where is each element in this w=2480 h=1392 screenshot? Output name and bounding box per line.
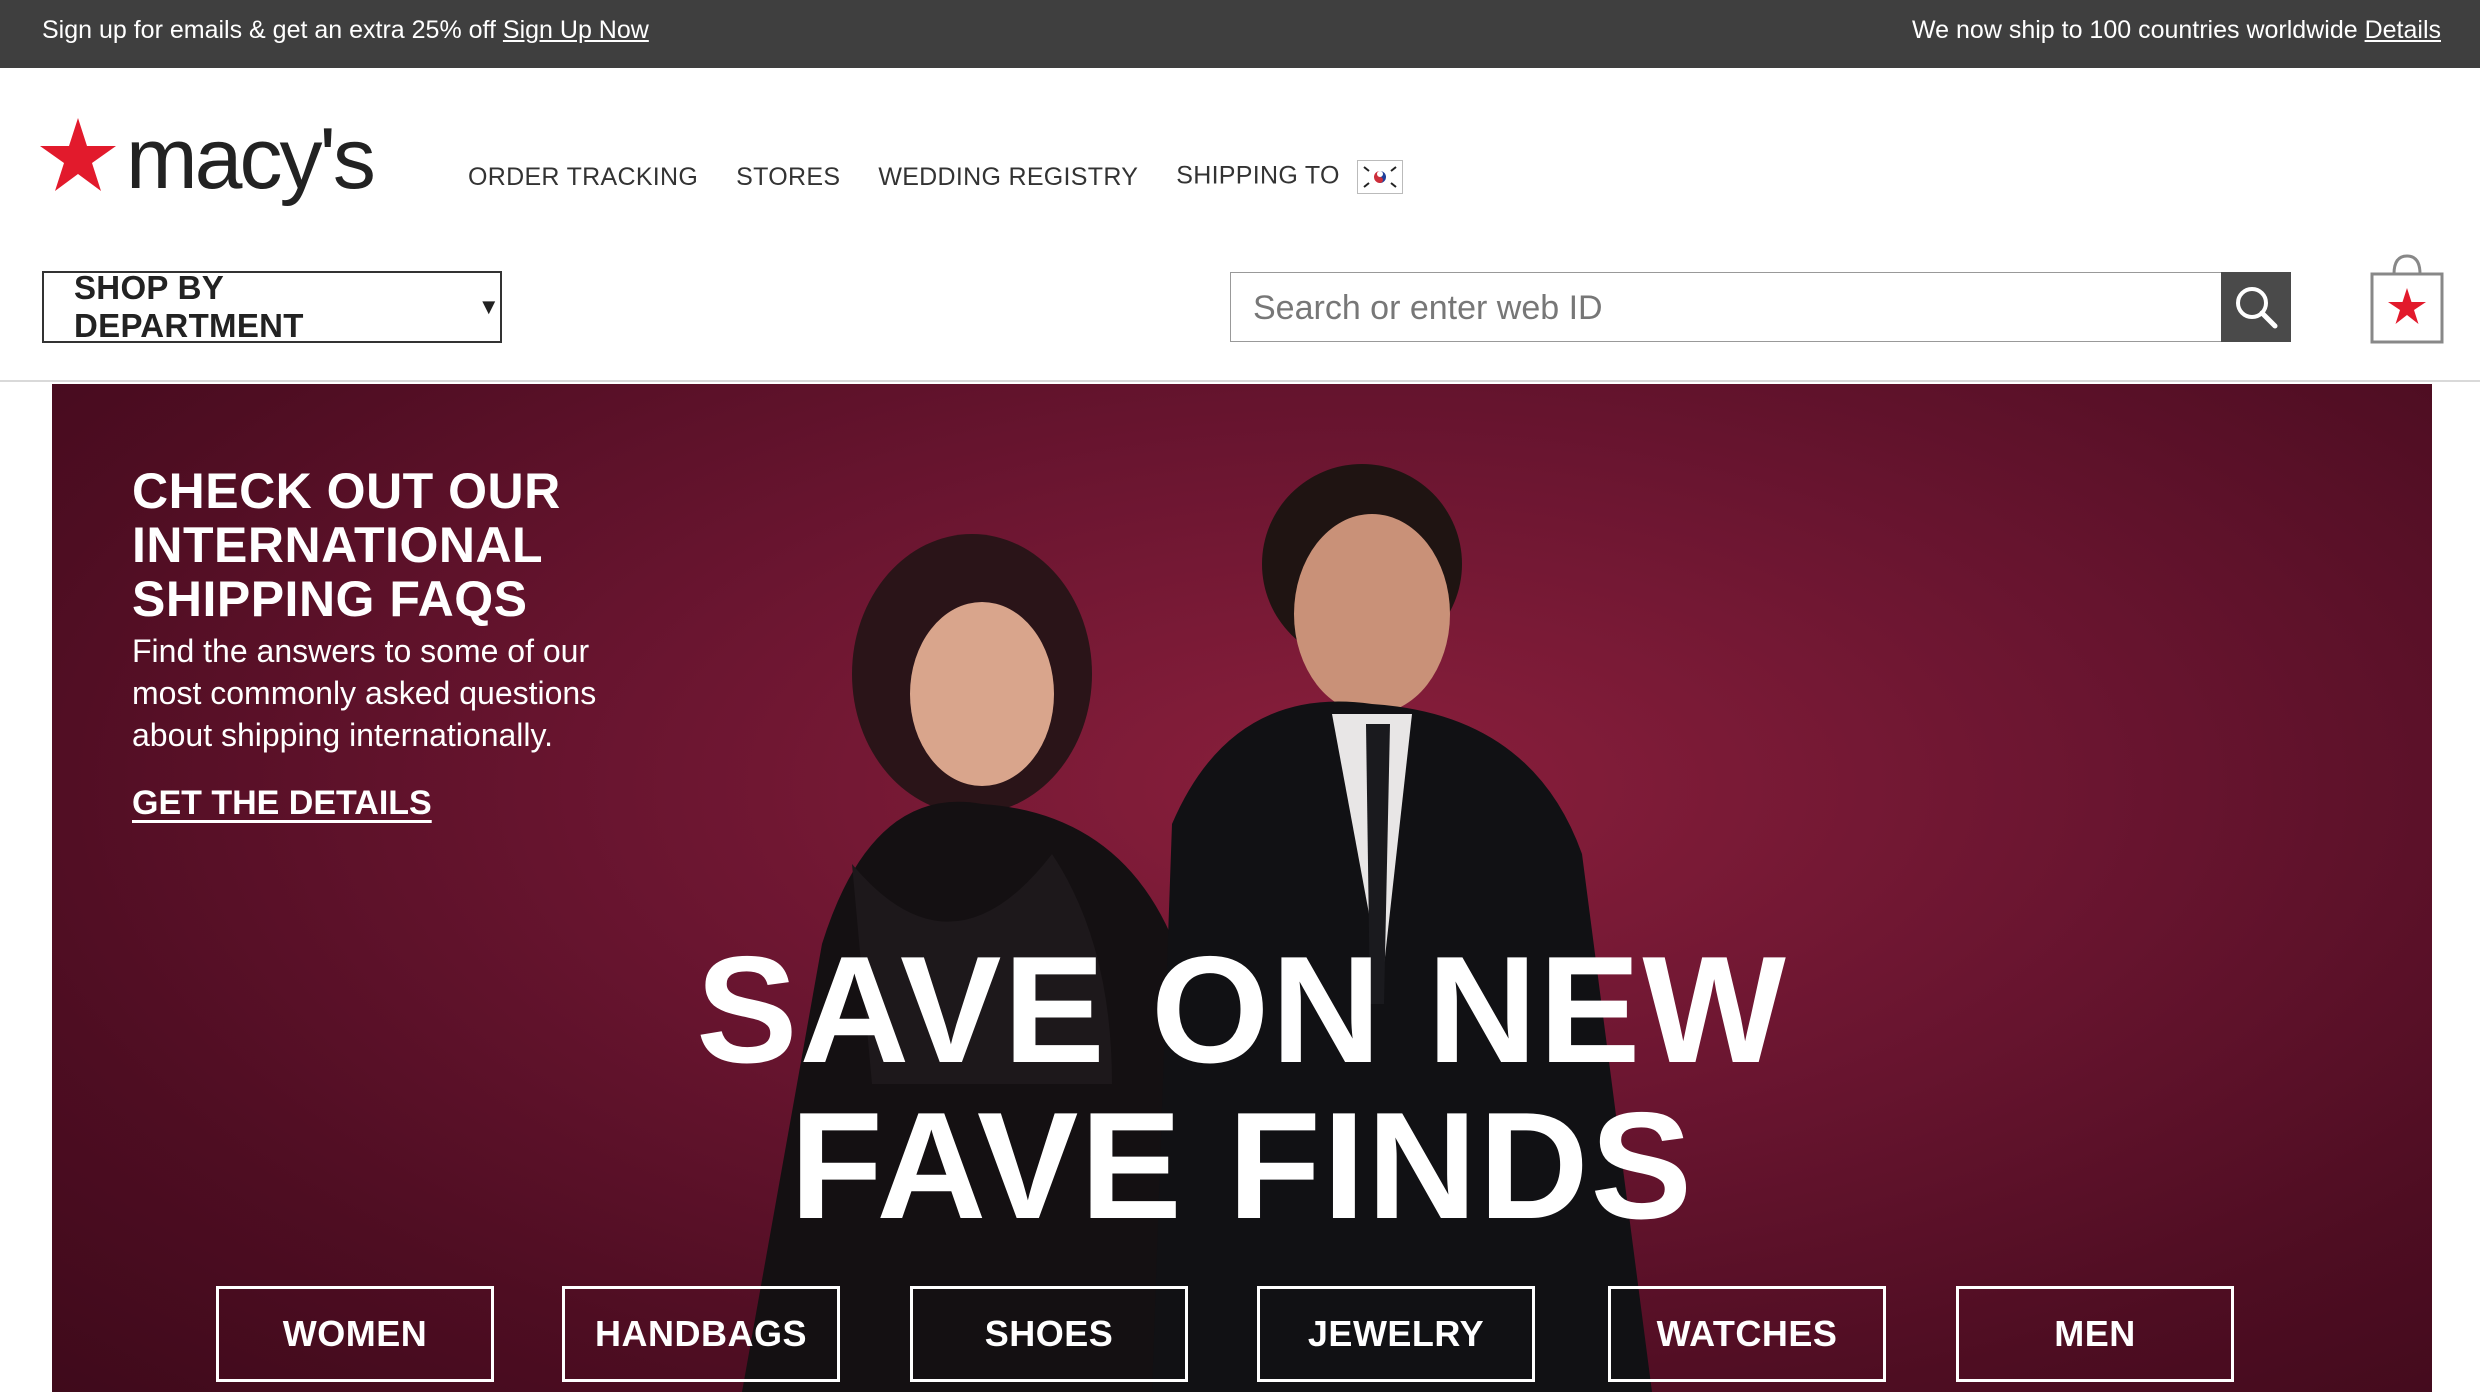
search-icon [2236,287,2278,329]
macys-logo[interactable]: macy's [40,111,400,222]
category-handbags-button[interactable]: HANDBAGS [562,1286,840,1382]
department-button-label: SHOP BY DEPARTMENT [74,269,304,344]
order-tracking-link[interactable]: ORDER TRACKING [468,163,698,192]
category-men-button[interactable]: MEN [1956,1286,2234,1382]
faq-title: CHECK OUT OUR INTERNATIONAL SHIPPING FAQ… [132,463,561,627]
promo-bar: Sign up for emails & get an extra 25% of… [0,0,2480,68]
faq-body: Find the answers to some of our most com… [132,633,597,753]
sign-up-now-link[interactable]: Sign Up Now [503,16,649,44]
shipping-promo: We now ship to 100 countries worldwide D… [1912,16,2441,45]
stores-link[interactable]: STORES [736,163,840,192]
search-button[interactable] [2221,272,2291,342]
category-buttons: WOMEN HANDBAGS SHOES JEWELRY WATCHES MEN [52,1286,2432,1386]
wedding-registry-link[interactable]: WEDDING REGISTRY [878,163,1138,192]
red-star-icon [40,118,116,191]
shipping-to-selector[interactable]: SHIPPING TO [1176,160,1404,194]
shop-by-department-button[interactable]: SHOP BY DEPARTMENT ▼ [42,269,502,344]
hero-headline: SAVE ON NEW FAVE FINDS [52,932,2432,1244]
shipping-promo-text: We now ship to 100 countries worldwide [1912,16,2358,44]
category-jewelry-button[interactable]: JEWELRY [1257,1286,1535,1382]
headline-line-2: FAVE FINDS [790,1081,1694,1251]
category-women-button[interactable]: WOMEN [216,1286,494,1382]
email-signup-text: Sign up for emails & get an extra 25% of… [42,16,496,44]
svg-text:macy's: macy's [126,112,373,207]
header-divider [0,380,2480,382]
macys-logo-graphic: macy's [40,111,376,207]
category-watches-button[interactable]: WATCHES [1608,1286,1886,1382]
shipping-details-link[interactable]: Details [2365,16,2441,44]
category-shoes-button[interactable]: SHOES [910,1286,1188,1382]
get-the-details-link[interactable]: GET THE DETAILS [132,784,432,823]
search-bar [1230,272,2291,342]
hero-banner[interactable]: CHECK OUT OUR INTERNATIONAL SHIPPING FAQ… [52,384,2432,1392]
caret-down-icon: ▼ [477,294,500,319]
headline-line-1: SAVE ON NEW [696,925,1788,1095]
korea-flag-icon [1357,160,1404,194]
utility-nav: ORDER TRACKING STORES WEDDING REGISTRY S… [468,160,1404,194]
shopping-bag-icon [2370,254,2444,344]
email-signup-promo: Sign up for emails & get an extra 25% of… [42,16,649,45]
shipping-faq-promo: CHECK OUT OUR INTERNATIONAL SHIPPING FAQ… [132,464,652,823]
search-input[interactable] [1251,285,2205,331]
shipping-to-label: SHIPPING TO [1176,161,1340,190]
shopping-bag-button[interactable] [2370,250,2444,344]
